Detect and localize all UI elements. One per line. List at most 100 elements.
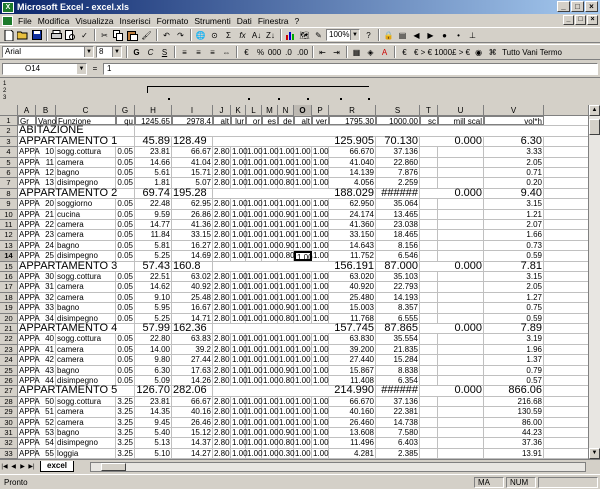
cell-V16[interactable]: 3.15 [484,272,544,282]
cell-V10[interactable]: 1.21 [484,209,544,219]
workbook-icon[interactable] [2,15,13,26]
cell-A24[interactable]: APPA [18,355,40,365]
cell-T10[interactable] [420,209,438,219]
cell-G13[interactable]: 0.05 [116,240,135,251]
cell-L18[interactable]: 1.00 [246,292,263,303]
cell-J4[interactable]: 2.80 [213,147,231,157]
cell-K17[interactable]: 1.00 [231,282,248,292]
cell-U18[interactable] [438,292,484,303]
cell-T32[interactable] [420,438,438,448]
row-header-29[interactable]: 29 [0,407,18,418]
column-header-N[interactable]: N [278,105,294,116]
cell-L17[interactable]: 1.00 [246,282,263,292]
row-header-19[interactable]: 19 [0,303,18,314]
cell-O1[interactable]: alt [294,116,312,126]
cell-S24[interactable]: 15.284 [376,355,420,365]
cell-O16[interactable]: 1.00 [294,272,312,282]
cell-G22[interactable]: 0.05 [116,334,135,344]
cell-A9[interactable]: APPA [18,199,40,209]
cell-B29[interactable]: 51 [36,407,56,417]
zoom-combo[interactable]: 100% ▼ [326,29,360,41]
cell-B11[interactable]: 22 [36,220,56,230]
cell-I29[interactable]: 40.16 [172,407,213,417]
cell-K32[interactable]: 1.00 [231,438,248,448]
cell-P22[interactable]: 1.00 [312,334,329,344]
cell-I6[interactable]: 15.71 [172,168,213,178]
cell-G10[interactable]: 0.05 [116,209,135,219]
cell-V33[interactable]: 13.91 [484,448,544,459]
row-header-25[interactable]: 25 [0,365,18,376]
column-header-O[interactable]: O [294,105,312,116]
cell-N12[interactable]: 1.00 [278,230,295,240]
bold-button[interactable]: G [130,46,143,59]
maximize-button[interactable]: □ [571,1,584,12]
cell-L10[interactable]: 1.00 [246,209,263,219]
cell-T17[interactable] [420,282,438,292]
cell-M18[interactable]: 1.00 [262,292,279,303]
cell-M9[interactable]: 1.00 [262,199,279,209]
cell-I5[interactable]: 41.04 [172,157,213,167]
cell-C11[interactable]: camera [56,220,116,230]
undo-icon[interactable]: ↶ [160,29,173,42]
column-header-G[interactable]: G [116,105,135,116]
cell-J7[interactable]: 2.80 [213,178,231,188]
cell-R19[interactable]: 15.003 [329,303,376,313]
cell-U23[interactable] [438,344,484,355]
cell-K19[interactable]: 1.00 [231,303,248,313]
cell-U1[interactable]: mill scal [438,116,484,126]
menu-file[interactable]: File [15,16,35,26]
font-size-combo[interactable]: 8 ▼ [96,46,122,58]
menu-formato[interactable]: Formato [154,16,192,26]
column-header-K[interactable]: K [231,105,246,116]
first-sheet-icon[interactable]: |◀ [0,462,9,472]
cell-H4[interactable]: 23.81 [135,147,172,157]
menu-help[interactable]: ? [292,16,303,26]
cell-S28[interactable]: 37.136 [376,396,420,407]
row-header-24[interactable]: 24 [0,355,18,366]
cell-O4[interactable]: 1.00 [294,147,312,157]
open-icon[interactable] [16,29,29,42]
cell-P31[interactable]: 1.00 [312,428,329,438]
cell-A13[interactable]: APPA [18,240,40,251]
cell-U15[interactable]: 0.000 [438,260,484,271]
cell-S30[interactable]: 14.738 [376,417,420,427]
row-header-12[interactable]: 12 [0,230,18,241]
web-toolbar-icon[interactable]: ⊙ [208,29,221,42]
cell-M6[interactable]: 1.00 [262,168,279,178]
cell-S21[interactable]: 87.865 [376,322,420,334]
cell-P19[interactable]: 1.00 [312,303,329,313]
cell-A6[interactable]: APPA [18,168,40,178]
cell-U27[interactable]: 0.000 [438,385,484,396]
cell-I25[interactable]: 17.63 [172,365,213,375]
cell-U21[interactable]: 0.000 [438,322,484,334]
cell-V6[interactable]: 0.71 [484,168,544,178]
cell-N17[interactable]: 1.00 [278,282,295,292]
cell-T5[interactable] [420,157,438,167]
cell-M23[interactable]: 1.00 [262,344,279,355]
worksheet-grid[interactable]: A B C G H I J K L M N O P R S T U V 1 Gr Vano Funzione qu 1245.… [0,105,600,459]
cell-I9[interactable]: 62.95 [172,199,213,209]
row-header-8[interactable]: 8 [0,188,18,200]
cell-S16[interactable]: 35.103 [376,272,420,282]
cell-S27[interactable]: ###### [376,385,420,396]
euro-icon[interactable]: € [398,46,411,59]
cell-T1[interactable]: sc [420,116,438,126]
cell-M14[interactable]: 1.00 [262,251,279,261]
cell-P4[interactable]: 1.00 [312,147,329,157]
cell-U33[interactable] [438,448,484,459]
cell-V25[interactable]: 0.79 [484,365,544,375]
cell-A17[interactable]: APPA [18,282,40,292]
cell-U25[interactable] [438,365,484,375]
cell-G19[interactable]: 0.05 [116,303,135,313]
cell-C4[interactable]: sogg.cottura [56,147,116,157]
doc-minimize-button[interactable]: _ [563,15,574,25]
cell-P11[interactable]: 1.00 [312,220,329,230]
decrease-decimal-icon[interactable]: .00 [296,46,309,59]
chain-icon[interactable]: ⌘ [486,46,499,59]
cell-J12[interactable]: 2.80 [213,230,231,240]
borders-icon[interactable]: ▦ [350,46,363,59]
cell-V13[interactable]: 0.73 [484,240,544,251]
cell-H3[interactable]: 45.89 [135,135,172,147]
cell-H30[interactable]: 9.45 [135,417,172,427]
percent-button[interactable]: % [254,46,267,59]
